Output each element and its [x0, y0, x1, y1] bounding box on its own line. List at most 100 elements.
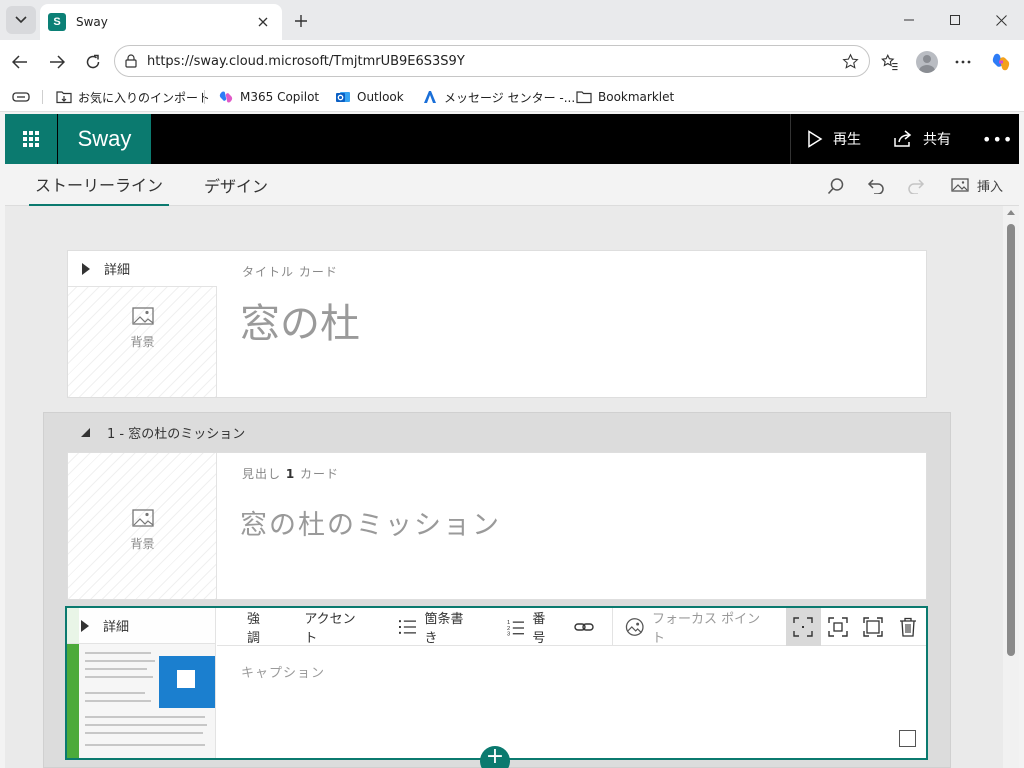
forward-button[interactable]: [43, 48, 71, 76]
tab-close-button[interactable]: [252, 11, 274, 33]
search-button[interactable]: [823, 173, 849, 199]
heading-card[interactable]: 背景 見出し 1 カード 窓の杜のミッション: [67, 452, 927, 600]
browser-address-bar: https://sway.cloud.microsoft/TmjtmrUB9E6…: [0, 40, 1024, 82]
browser-tab-sway[interactable]: S Sway: [40, 4, 282, 40]
card-type-suffix: カード: [300, 467, 340, 481]
heading-card-background-button[interactable]: 背景: [68, 509, 217, 552]
star-icon[interactable]: [842, 53, 859, 70]
collections-icon: [12, 92, 30, 102]
accent-button[interactable]: アクセント: [288, 608, 383, 646]
profile-button[interactable]: [913, 48, 941, 76]
fit-frame-icon: [828, 616, 849, 637]
svg-text:3: 3: [507, 631, 510, 635]
bullets-button[interactable]: 箇条書き: [383, 608, 491, 646]
thumbnail-text-line: [85, 732, 203, 734]
select-card-checkbox[interactable]: [899, 730, 916, 747]
url-input[interactable]: https://sway.cloud.microsoft/TmjtmrUB9E6…: [114, 45, 870, 77]
image-icon: [951, 178, 969, 192]
bookmark-m365-copilot[interactable]: M365 Copilot: [218, 86, 319, 108]
undo-button[interactable]: [863, 173, 889, 199]
bullets-label: 箇条書き: [424, 611, 464, 646]
insert-button[interactable]: 挿入: [951, 172, 1003, 198]
close-icon: [258, 17, 268, 27]
emphasis-button[interactable]: 強調: [217, 608, 288, 646]
link-button[interactable]: [573, 608, 612, 646]
trash-icon: [900, 617, 917, 637]
share-button[interactable]: 共有: [893, 114, 951, 164]
image-card[interactable]: 詳細 強調 アクセント 箇条書き 123 番号 フォーカス ポイント キャプショ…: [65, 606, 928, 760]
focus-point-icon: [625, 617, 644, 636]
undo-icon: [867, 179, 884, 194]
bookmark-bookmarklet[interactable]: Bookmarklet: [576, 86, 674, 108]
bookmark-label: M365 Copilot: [240, 90, 320, 104]
tab-design[interactable]: デザイン: [204, 164, 268, 206]
back-button[interactable]: [6, 48, 34, 76]
folder-import-icon: [56, 91, 72, 104]
chevron-down-icon: [15, 16, 27, 24]
numbering-button[interactable]: 123 番号: [491, 608, 574, 646]
lock-icon: [125, 54, 137, 68]
refresh-icon: [86, 54, 100, 69]
bullet-list-icon: [399, 619, 417, 634]
image-thumbnail[interactable]: 詳細: [67, 608, 216, 758]
add-card-button[interactable]: +: [480, 746, 510, 768]
background-label: 背景: [130, 537, 155, 551]
play-label: 再生: [833, 132, 861, 148]
delete-card-button[interactable]: [891, 608, 926, 646]
details-label: 詳細: [103, 620, 130, 635]
title-card[interactable]: 詳細 背景 タイトル カード 窓の杜: [67, 250, 927, 398]
bookmark-divider: [204, 90, 205, 104]
bookmark-label: お気に入りのインポート: [78, 90, 211, 105]
play-button[interactable]: 再生: [807, 114, 861, 164]
copilot-button[interactable]: [987, 48, 1015, 76]
fill-frame-button[interactable]: [856, 608, 891, 646]
insert-label: 挿入: [977, 179, 1004, 195]
app-brand[interactable]: Sway: [58, 114, 151, 164]
scroll-thumb[interactable]: [1007, 224, 1015, 656]
redo-icon: [908, 179, 925, 194]
focus-point-button[interactable]: フォーカス ポイント: [613, 608, 786, 646]
bookmark-outlook[interactable]: Outlook: [335, 86, 404, 108]
window-close-button[interactable]: [978, 0, 1024, 40]
new-tab-button[interactable]: [288, 8, 314, 34]
background-label: 背景: [130, 335, 155, 349]
section-heading-toggle[interactable]: 1 - 窓の杜のミッション: [80, 423, 245, 442]
focus-point-label: フォーカス ポイント: [652, 611, 761, 646]
title-card-details-toggle[interactable]: 詳細: [68, 251, 217, 287]
tab-title: Sway: [76, 15, 108, 29]
browser-menu-button[interactable]: [949, 48, 977, 76]
app-launcher-button[interactable]: [5, 114, 57, 164]
reading-list-button[interactable]: [12, 86, 30, 108]
tab-storyline[interactable]: ストーリーライン: [29, 164, 170, 206]
crop-center-icon: [793, 616, 814, 637]
bookmark-divider: [42, 90, 43, 104]
image-card-details-toggle[interactable]: 詳細: [67, 608, 215, 644]
crop-center-button[interactable]: [785, 607, 821, 646]
maximize-icon: [950, 15, 960, 25]
scroll-up-arrow-icon[interactable]: [1007, 210, 1015, 215]
maximize-button[interactable]: [932, 0, 978, 40]
bookmark-import-favorites[interactable]: お気に入りのインポート: [56, 86, 210, 108]
app-bar-divider: [790, 114, 791, 164]
caption-input[interactable]: キャプション: [241, 662, 325, 681]
title-text[interactable]: 窓の杜: [240, 291, 360, 349]
sway-favicon-icon: S: [48, 13, 66, 31]
card-type-prefix: 見出し: [242, 467, 282, 481]
fit-frame-button[interactable]: [821, 608, 856, 646]
favorites-list-icon: [881, 53, 898, 71]
heading-text[interactable]: 窓の杜のミッション: [240, 503, 501, 542]
details-label: 詳細: [104, 263, 131, 278]
tab-actions-menu-button[interactable]: [6, 6, 36, 34]
browser-tab-bar: S Sway: [0, 0, 1024, 40]
redo-button[interactable]: [903, 173, 929, 199]
share-icon: [894, 130, 912, 147]
vertical-scrollbar[interactable]: [1003, 206, 1019, 768]
favorites-button[interactable]: [876, 48, 904, 76]
title-card-background-button[interactable]: 背景: [68, 307, 217, 350]
copilot-icon: [992, 53, 1010, 71]
minimize-button[interactable]: [886, 0, 932, 40]
share-label: 共有: [923, 132, 951, 148]
bookmark-message-center[interactable]: メッセージ センター -...: [422, 86, 575, 108]
more-options-button[interactable]: •••: [982, 114, 1013, 164]
refresh-button[interactable]: [79, 48, 107, 76]
